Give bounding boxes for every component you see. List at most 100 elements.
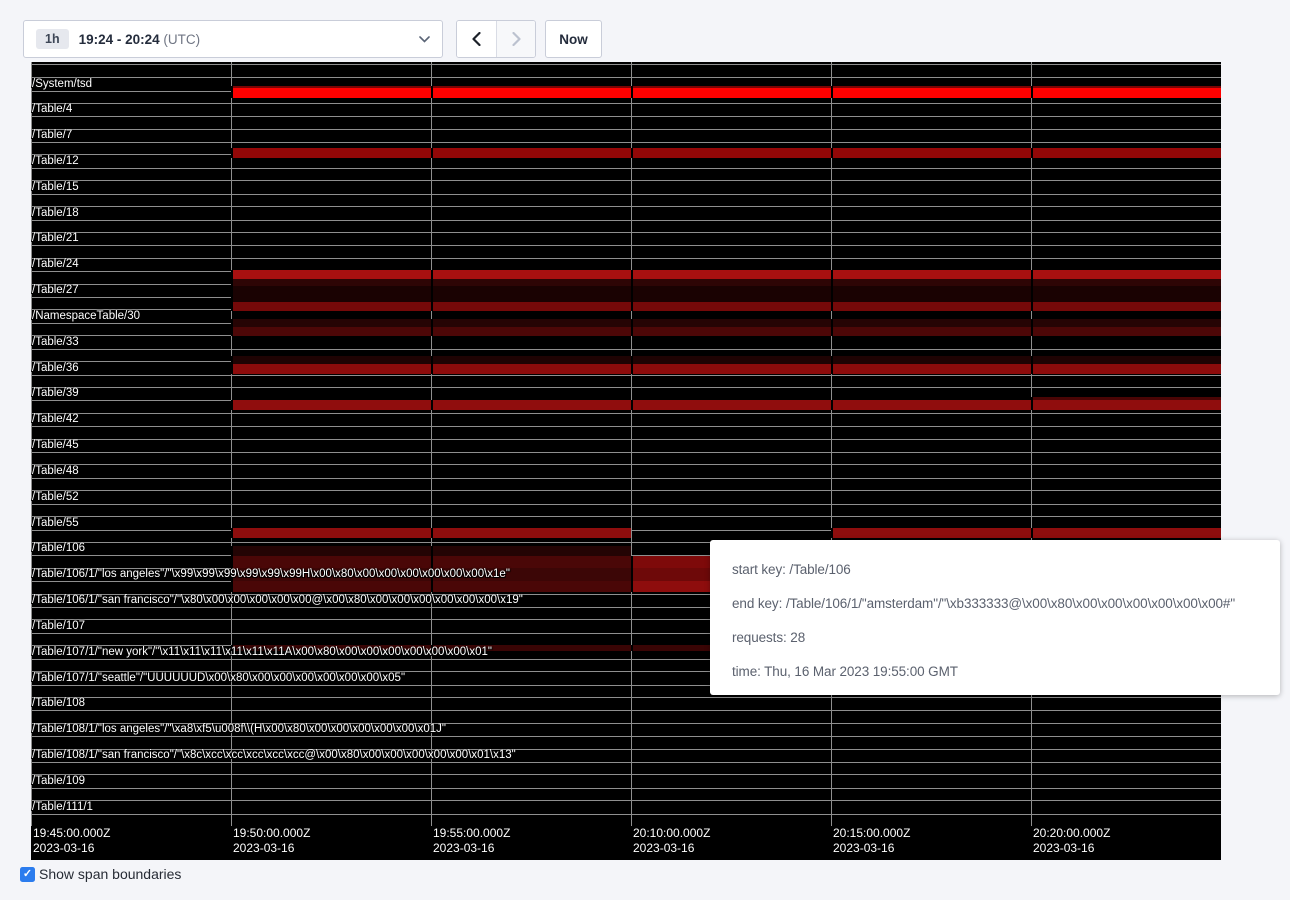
x-axis-date: 2023-03-16 [633, 841, 710, 856]
row-label: /Table/106/1/"los angeles"/"\x99\x99\x99… [32, 567, 510, 581]
key-visualizer-heatmap[interactable]: /System/tsd/Table/4/Table/7/Table/12/Tab… [31, 62, 1221, 860]
row-label: /Table/109 [32, 774, 85, 788]
heat-band[interactable] [431, 88, 631, 98]
heat-band[interactable] [631, 302, 831, 311]
heat-band[interactable] [231, 400, 431, 410]
row-label: /Table/55 [32, 516, 79, 530]
heat-band[interactable] [231, 302, 431, 311]
heat-band[interactable] [231, 356, 431, 364]
tooltip-start-key: start key: /Table/106 [732, 553, 1258, 587]
heat-band[interactable] [1031, 279, 1221, 286]
heat-band[interactable] [431, 364, 631, 374]
heat-band[interactable] [1031, 88, 1221, 98]
span-boundary-line [31, 516, 1221, 517]
next-interval-button[interactable] [496, 21, 535, 57]
span-boundary-line [31, 180, 1221, 181]
heat-band[interactable] [831, 319, 1031, 327]
heat-band[interactable] [631, 319, 831, 327]
row-label: /Table/4 [32, 102, 72, 116]
range-timezone: (UTC) [163, 32, 200, 47]
heat-band[interactable] [831, 327, 1031, 336]
span-boundary-line [31, 168, 1221, 169]
heat-band[interactable] [631, 270, 831, 279]
heat-band[interactable] [1031, 148, 1221, 158]
heat-band[interactable] [831, 528, 1031, 538]
prev-interval-button[interactable] [457, 21, 496, 57]
heat-band[interactable] [831, 148, 1031, 158]
span-boundary-line [31, 206, 1221, 207]
row-label: /Table/106/1/"san francisco"/"\x80\x00\x… [32, 593, 523, 607]
span-boundary-line [31, 452, 1221, 453]
heat-band[interactable] [231, 88, 431, 98]
x-axis-label: 19:50:00.000Z2023-03-16 [233, 826, 310, 856]
heat-band[interactable] [631, 327, 831, 336]
heat-band[interactable] [231, 327, 431, 336]
heat-band[interactable] [631, 88, 831, 98]
span-boundary-line [31, 504, 1221, 505]
heat-band[interactable] [1031, 286, 1221, 302]
heat-band[interactable] [831, 364, 1031, 374]
heat-band[interactable] [431, 581, 631, 592]
heat-band[interactable] [431, 148, 631, 158]
heat-band[interactable] [1031, 327, 1221, 336]
heat-band[interactable] [231, 270, 431, 279]
span-boundary-line [31, 129, 1221, 130]
heat-band[interactable] [631, 148, 831, 158]
heat-band[interactable] [831, 302, 1031, 311]
x-axis-time: 19:55:00.000Z [433, 826, 510, 841]
heat-band[interactable] [1031, 364, 1221, 374]
heat-band[interactable] [431, 546, 631, 556]
span-boundary-line [31, 103, 1221, 104]
heat-band[interactable] [631, 356, 831, 364]
tooltip-time: time: Thu, 16 Mar 2023 19:55:00 GMT [732, 655, 1258, 689]
heat-band[interactable] [1031, 302, 1221, 311]
heat-band[interactable] [431, 556, 631, 568]
heat-band[interactable] [231, 581, 431, 592]
show-span-boundaries-checkbox[interactable]: ✓ [20, 867, 35, 882]
heat-band[interactable] [231, 528, 431, 538]
heat-band[interactable] [831, 279, 1031, 286]
heat-band[interactable] [231, 286, 431, 302]
heat-band[interactable] [831, 356, 1031, 364]
time-range-select[interactable]: 1h 19:24 - 20:24 (UTC) [23, 20, 443, 58]
x-axis-label: 19:45:00.000Z2023-03-16 [33, 826, 110, 856]
tooltip-end-key: end key: /Table/106/1/"amsterdam"/"\xb33… [732, 587, 1258, 621]
heat-band[interactable] [1031, 528, 1221, 538]
span-boundary-line [31, 245, 1221, 246]
heat-band[interactable] [631, 400, 831, 410]
heat-band[interactable] [431, 319, 631, 327]
span-boundary-line [31, 194, 1221, 195]
heat-band[interactable] [1031, 400, 1221, 410]
heat-band[interactable] [1031, 319, 1221, 327]
heat-band[interactable] [431, 528, 631, 538]
heat-band[interactable] [631, 279, 831, 286]
range-text: 19:24 - 20:24 (UTC) [79, 32, 201, 47]
span-boundary-line [31, 64, 1221, 65]
heat-band[interactable] [431, 286, 631, 302]
heat-band[interactable] [431, 327, 631, 336]
x-axis-time: 19:50:00.000Z [233, 826, 310, 841]
heat-band[interactable] [831, 286, 1031, 302]
heat-band[interactable] [231, 279, 431, 286]
heat-band[interactable] [1031, 270, 1221, 279]
heat-band[interactable] [831, 270, 1031, 279]
heat-band[interactable] [631, 364, 831, 374]
now-button[interactable]: Now [545, 20, 602, 58]
heat-band[interactable] [1031, 356, 1221, 364]
heat-band[interactable] [831, 88, 1031, 98]
row-label: /System/tsd [32, 77, 92, 91]
heat-band[interactable] [431, 270, 631, 279]
heat-band[interactable] [431, 356, 631, 364]
heat-band[interactable] [231, 364, 431, 374]
heat-band[interactable] [231, 148, 431, 158]
heat-band[interactable] [631, 286, 831, 302]
heat-band[interactable] [831, 400, 1031, 410]
heat-band[interactable] [431, 279, 631, 286]
row-label: /Table/107/1/"seattle"/"UUUUUUD\x00\x80\… [32, 671, 405, 685]
heat-band[interactable] [231, 546, 431, 556]
heat-band[interactable] [231, 319, 431, 327]
heat-band[interactable] [431, 400, 631, 410]
heat-band[interactable] [231, 556, 431, 568]
span-boundary-line [31, 800, 1221, 801]
heat-band[interactable] [431, 302, 631, 311]
